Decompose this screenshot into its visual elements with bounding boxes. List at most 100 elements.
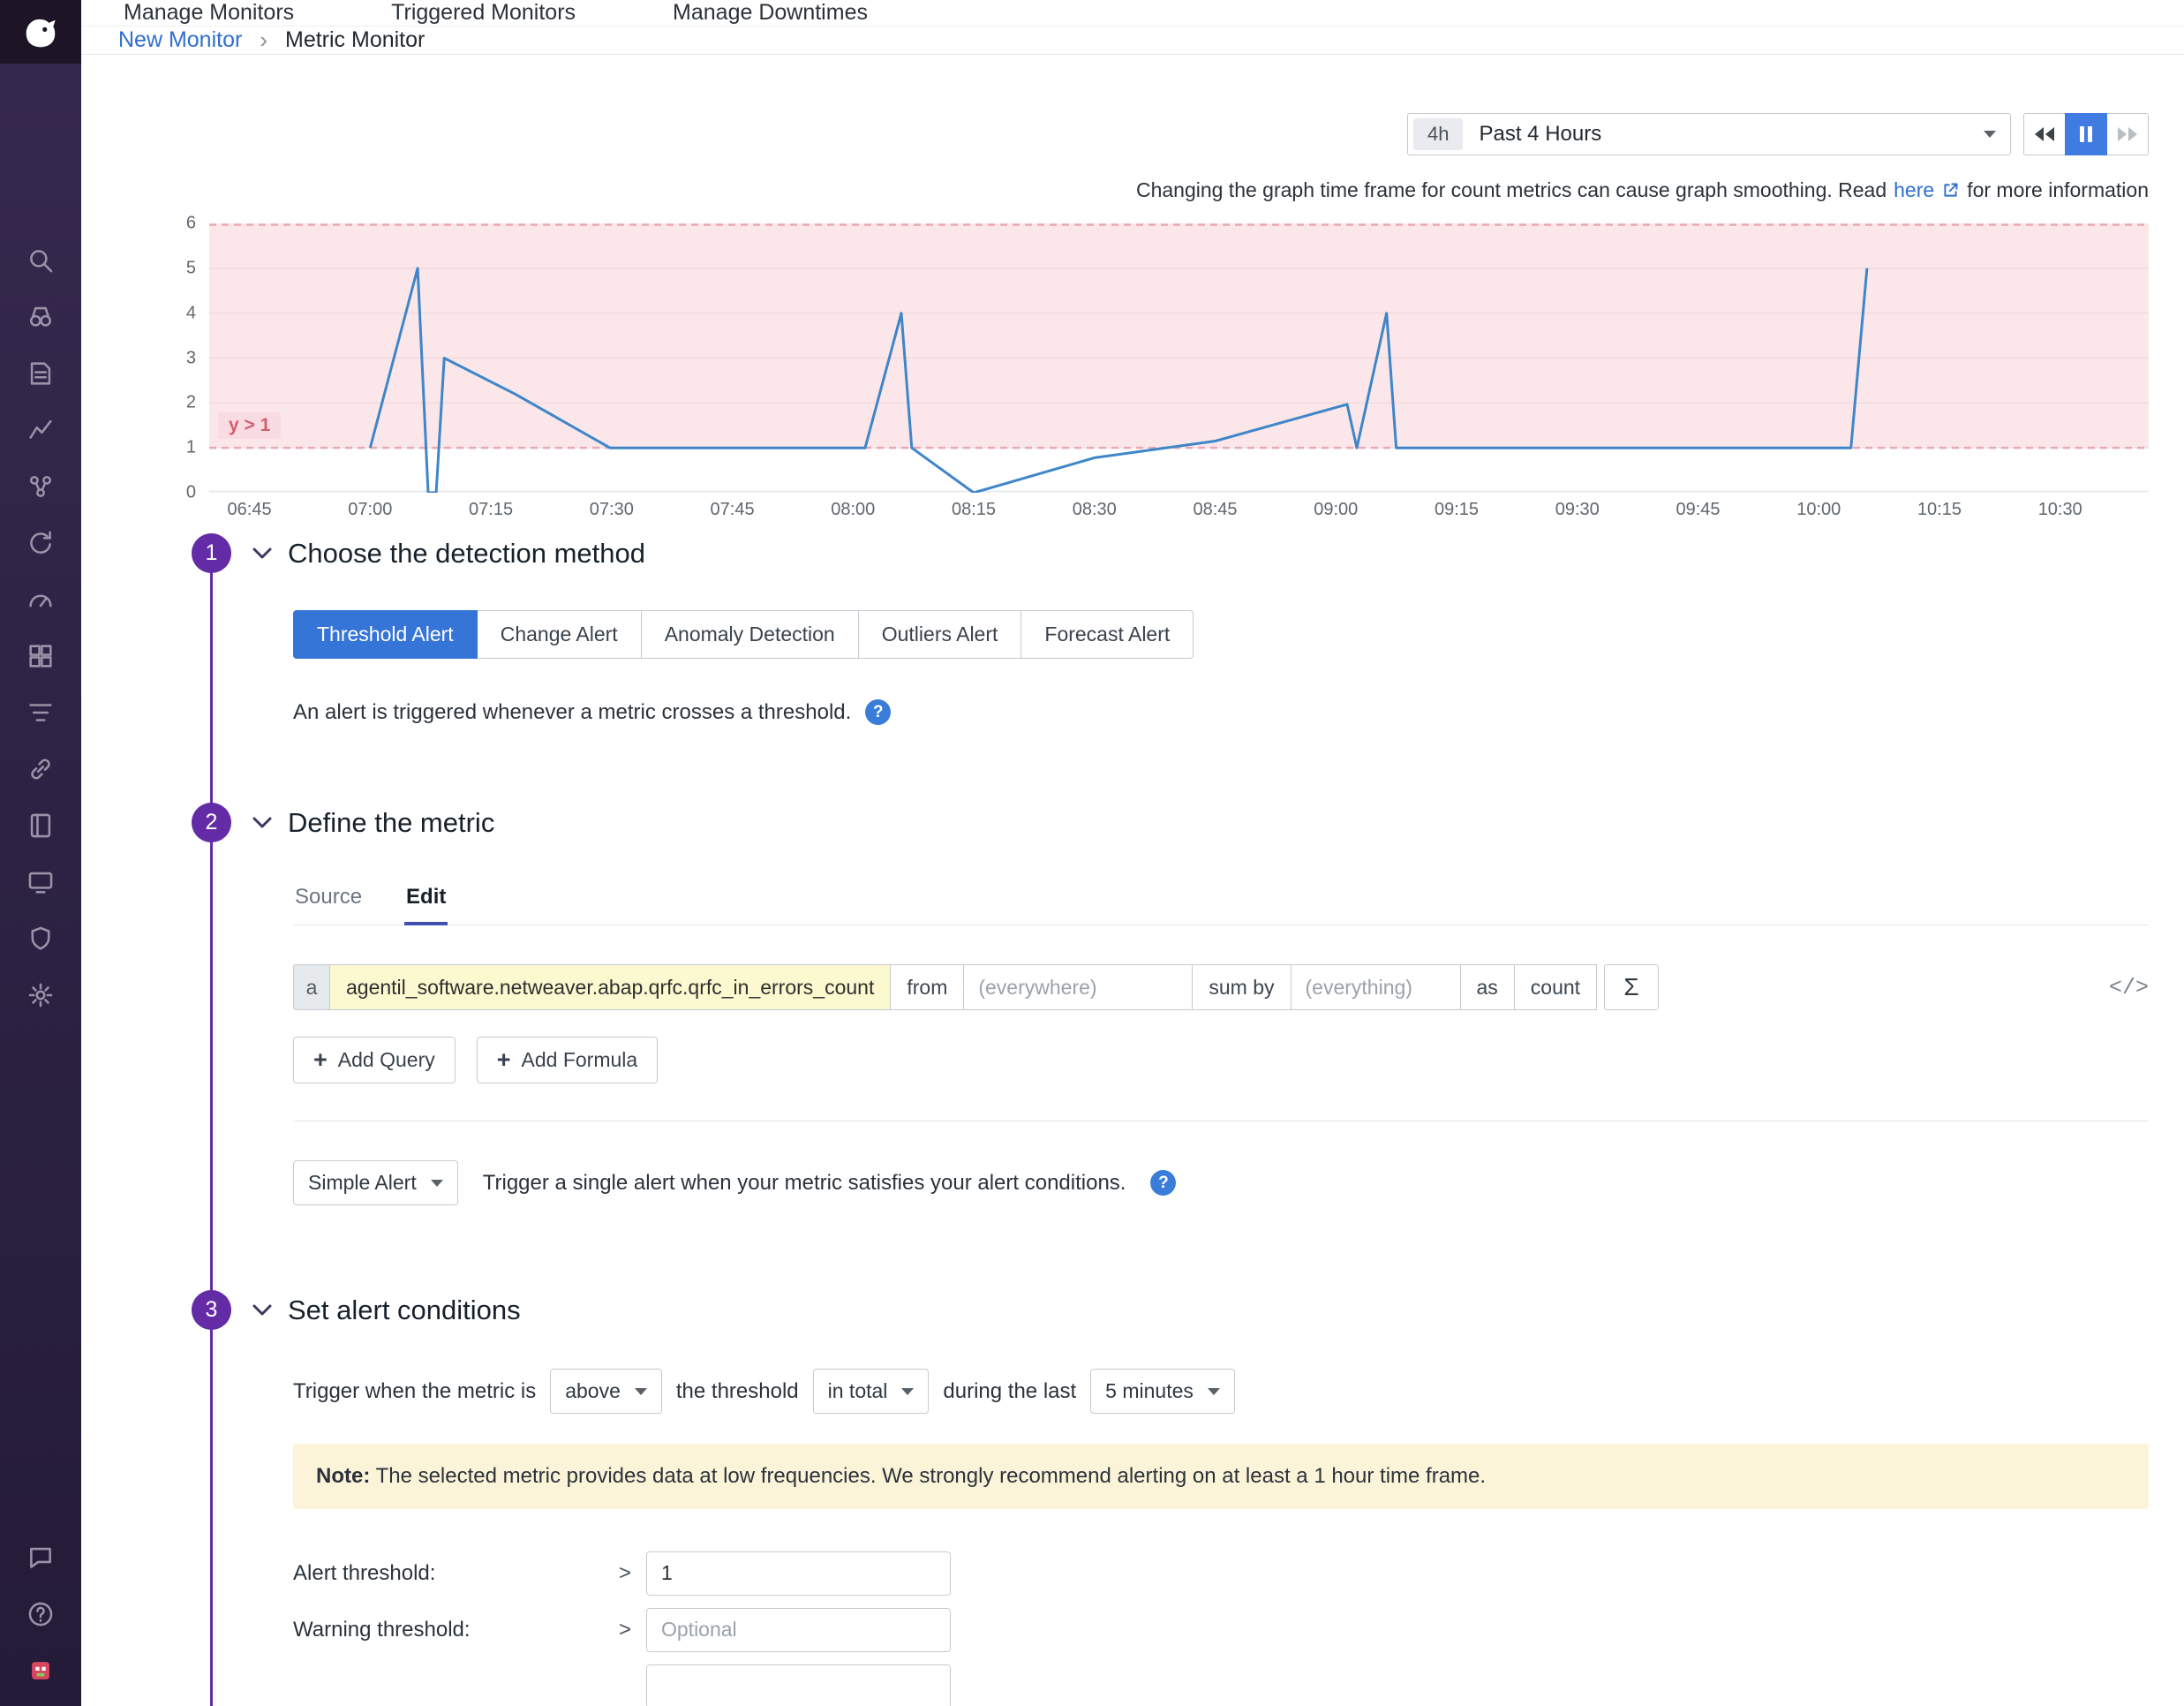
nav-item-manage-downtimes[interactable]: Manage Downtimes: [673, 0, 868, 26]
help-icon[interactable]: [23, 1597, 58, 1632]
infrastructure-icon[interactable]: [23, 638, 58, 674]
y-tick-label: 4: [186, 303, 196, 323]
x-tick-label: 07:30: [590, 500, 634, 520]
trigger-text-3: during the last: [943, 1379, 1076, 1404]
rewind-button[interactable]: [2023, 113, 2066, 155]
x-tick-label: 09:45: [1676, 500, 1720, 520]
step-2-toggle[interactable]: Define the metric: [293, 803, 2184, 842]
external-link-icon: [1941, 181, 1960, 200]
search-icon[interactable]: [23, 243, 58, 278]
threshold-row-2: [293, 1664, 2149, 1706]
add-query-button[interactable]: + Add Query: [293, 1037, 456, 1083]
detection-tab-anomaly-detection[interactable]: Anomaly Detection: [641, 610, 859, 659]
synthetics-icon[interactable]: [23, 525, 58, 561]
metrics-icon[interactable]: [23, 412, 58, 448]
threshold-input-1[interactable]: [646, 1608, 951, 1652]
code-view-icon[interactable]: </>: [2109, 975, 2149, 1000]
detection-description: An alert is triggered whenever a metric …: [293, 700, 851, 725]
detection-tab-outliers-alert[interactable]: Outliers Alert: [858, 610, 1022, 659]
metric-name-field[interactable]: agentil_software.netweaver.abap.qrfc.qrf…: [329, 964, 891, 1010]
pause-button[interactable]: [2065, 113, 2107, 155]
x-tick-label: 09:15: [1435, 500, 1479, 520]
detection-tab-change-alert[interactable]: Change Alert: [477, 610, 642, 659]
settings-icon[interactable]: [23, 978, 58, 1013]
time-range-short: 4h: [1413, 118, 1463, 150]
sum-by-button[interactable]: sum by: [1192, 964, 1291, 1010]
here-link[interactable]: here: [1894, 178, 1934, 202]
detection-method-tabs: Threshold AlertChange AlertAnomaly Detec…: [293, 610, 1194, 659]
breadcrumb-new-monitor-link[interactable]: New Monitor: [118, 27, 242, 53]
add-formula-button[interactable]: + Add Formula: [477, 1037, 658, 1083]
detection-tab-threshold-alert[interactable]: Threshold Alert: [293, 610, 478, 659]
step-1-badge: 1: [192, 533, 231, 573]
note-text-after: for more information: [1967, 178, 2149, 202]
chevron-down-icon: [252, 547, 272, 559]
chevron-down-icon: [1208, 1388, 1220, 1395]
security-icon[interactable]: [23, 921, 58, 956]
alert-grouping-description: Trigger a single alert when your metric …: [483, 1171, 1126, 1196]
x-tick-label: 09:00: [1314, 500, 1358, 520]
monitors-icon[interactable]: [23, 864, 58, 900]
x-tick-label: 10:30: [2038, 500, 2082, 520]
breadcrumb-current: Metric Monitor: [285, 27, 425, 53]
group-by-input[interactable]: [1291, 964, 1461, 1010]
step-2-badge: 2: [192, 803, 231, 842]
help-icon[interactable]: ?: [1150, 1170, 1176, 1196]
playback-controls: [2023, 113, 2149, 155]
nav-item-manage-monitors[interactable]: Manage Monitors: [124, 0, 294, 26]
monitor-steps: 1 Choose the detection method Threshold …: [192, 533, 2184, 1706]
x-tick-label: 06:45: [228, 500, 272, 520]
alert-grouping-value: Simple Alert: [308, 1171, 417, 1195]
add-query-label: Add Query: [338, 1048, 435, 1072]
note-bold: Note:: [316, 1464, 370, 1488]
aggregation-dropdown[interactable]: in total: [813, 1369, 930, 1414]
query-letter-badge: a: [293, 964, 330, 1010]
sigma-function-button[interactable]: Σ: [1604, 964, 1659, 1010]
threshold-operator: >: [604, 1561, 646, 1586]
note-text-before: Changing the graph time frame for count …: [1136, 178, 1887, 202]
integrations-icon[interactable]: [23, 751, 58, 787]
comparator-dropdown[interactable]: above: [550, 1369, 662, 1414]
threshold-row-1: Warning threshold:>: [293, 1608, 2149, 1652]
forward-button[interactable]: [2106, 113, 2149, 155]
nav-item-triggered-monitors[interactable]: Triggered Monitors: [391, 0, 576, 26]
time-range-dropdown[interactable]: 4h Past 4 Hours: [1407, 113, 2011, 155]
processes-icon[interactable]: [23, 695, 58, 730]
bits-icon[interactable]: [23, 1653, 58, 1688]
plus-icon: +: [313, 1048, 328, 1072]
sidebar-footer: [23, 1540, 58, 1688]
threshold-input-2[interactable]: [646, 1664, 951, 1706]
plus-icon: +: [497, 1048, 511, 1072]
threshold-input-0[interactable]: [646, 1551, 951, 1596]
dashboards-icon[interactable]: [23, 582, 58, 617]
watchdog-icon[interactable]: [23, 299, 58, 335]
logs-icon[interactable]: [23, 356, 58, 391]
main-area: Manage Monitors Triggered Monitors Manage …: [81, 0, 2184, 1706]
x-tick-label: 07:45: [711, 500, 755, 520]
alert-grouping-dropdown[interactable]: Simple Alert: [293, 1160, 458, 1205]
y-tick-label: 3: [186, 348, 196, 368]
plot-region[interactable]: y > 1 06:4507:0007:1507:3007:4508:0008:1…: [209, 223, 2149, 493]
notebooks-icon[interactable]: [23, 808, 58, 843]
step-3-title: Set alert conditions: [288, 1295, 521, 1326]
editor-tab-edit[interactable]: Edit: [404, 885, 448, 925]
from-scope-input[interactable]: [963, 964, 1193, 1010]
y-tick-label: 1: [186, 438, 196, 458]
detection-tab-forecast-alert[interactable]: Forecast Alert: [1020, 610, 1194, 659]
step-detection-method: 1 Choose the detection method Threshold …: [192, 533, 2184, 725]
threshold-label: Alert threshold:: [293, 1561, 604, 1586]
step-1-toggle[interactable]: Choose the detection method: [293, 533, 2184, 573]
datadog-logo[interactable]: [0, 0, 81, 64]
aggregator-dropdown[interactable]: count: [1514, 964, 1597, 1010]
threshold-row-0: Alert threshold:>: [293, 1551, 2149, 1596]
editor-tab-source[interactable]: Source: [293, 885, 364, 925]
chevron-down-icon: [252, 817, 272, 828]
graph-smoothing-note: Changing the graph time frame for count …: [81, 178, 2184, 202]
chat-icon[interactable]: [23, 1540, 58, 1575]
step-3-toggle[interactable]: Set alert conditions: [293, 1290, 2184, 1330]
time-window-dropdown[interactable]: 5 minutes: [1090, 1369, 1235, 1414]
apm-icon[interactable]: [23, 469, 58, 504]
add-formula-label: Add Formula: [522, 1048, 638, 1072]
help-icon[interactable]: ?: [865, 699, 891, 725]
sidebar: [0, 0, 81, 1706]
